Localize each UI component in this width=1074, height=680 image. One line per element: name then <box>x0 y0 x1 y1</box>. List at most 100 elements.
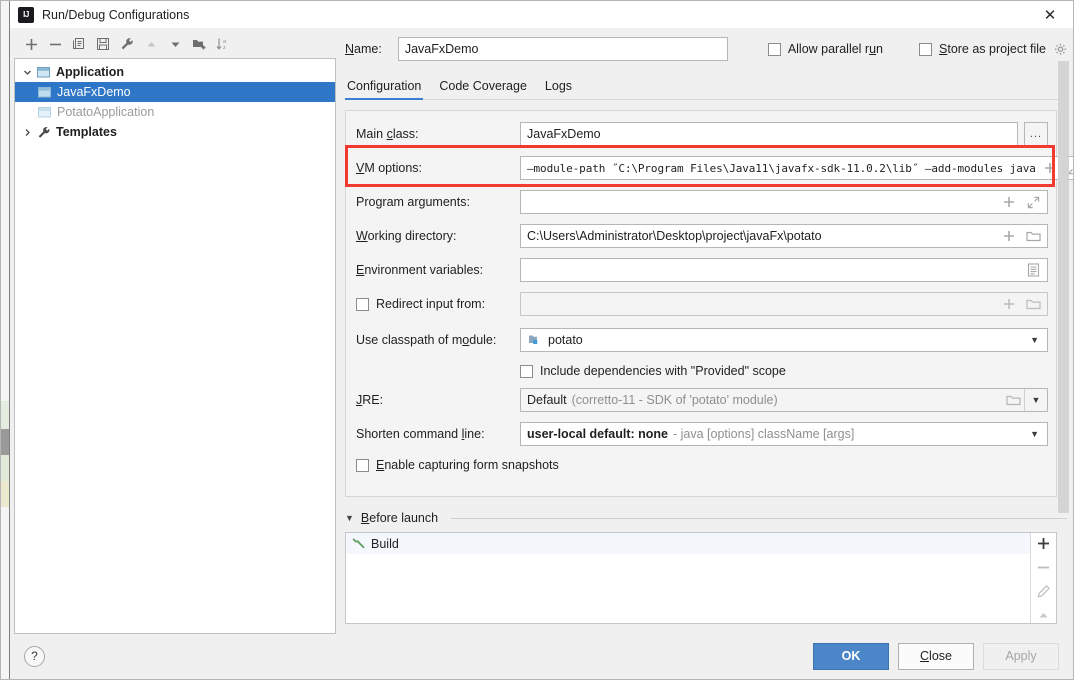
list-item[interactable]: Build <box>346 533 1030 554</box>
working-directory-field: C:\Users\Administrator\Desktop\project\j… <box>520 224 1048 248</box>
folder-icon[interactable] <box>1022 293 1044 315</box>
arrow-down-icon[interactable] <box>164 33 186 55</box>
include-provided-scope-checkbox[interactable]: Include dependencies with "Provided" sco… <box>520 364 1048 378</box>
redirect-input-input[interactable] <box>520 292 1048 316</box>
svg-text:z: z <box>223 45 226 51</box>
main-class-row: Main class: JavaFxDemo ... <box>354 121 1048 147</box>
run-config-icon <box>36 104 52 120</box>
tree-node-javafxdemo[interactable]: JavaFxDemo <box>15 82 335 102</box>
allow-parallel-run-label: Allow parallel run <box>787 42 883 56</box>
tab-code-coverage[interactable]: Code Coverage <box>437 79 536 99</box>
tree-node-application[interactable]: Application <box>15 62 335 82</box>
enable-form-snapshots-checkbox[interactable]: Enable capturing form snapshots <box>354 458 559 472</box>
plus-icon[interactable] <box>998 225 1020 247</box>
close-icon[interactable]: ✕ <box>1027 1 1073 28</box>
build-hammer-icon <box>352 536 365 552</box>
window-title: Run/Debug Configurations <box>42 7 190 22</box>
scrollbar-thumb[interactable] <box>1058 61 1069 513</box>
use-classpath-of-module-row: Use classpath of module: potato ▼ <box>354 327 1048 353</box>
checkbox-box[interactable] <box>520 364 533 378</box>
checkbox-box[interactable] <box>356 458 369 472</box>
working-directory-input[interactable]: C:\Users\Administrator\Desktop\project\j… <box>520 224 1048 248</box>
background-bleed-strip <box>1 1 10 679</box>
main-class-browse-button[interactable]: ... <box>1024 122 1048 146</box>
help-button[interactable]: ? <box>24 645 45 667</box>
chevron-right-icon[interactable] <box>19 124 35 140</box>
vertical-scrollbar[interactable] <box>1058 61 1069 581</box>
jre-dropdown[interactable]: Default (corretto-11 - SDK of 'potato' m… <box>520 388 1048 412</box>
include-provided-scope-label: Include dependencies with "Provided" sco… <box>540 364 786 378</box>
application-icon <box>35 64 51 80</box>
tree-node-label: Application <box>56 65 125 79</box>
environment-variables-label: Environment variables: <box>356 263 484 277</box>
chevron-down-icon[interactable]: ▼ <box>345 513 354 523</box>
shorten-command-line-dropdown[interactable]: user-local default: none - java [options… <box>520 422 1048 446</box>
tab-configuration[interactable]: Configuration <box>345 79 430 100</box>
chevron-down-icon[interactable] <box>19 64 35 80</box>
plus-icon[interactable] <box>998 191 1020 213</box>
tree-node-potatoapplication[interactable]: PotatoApplication <box>15 102 335 122</box>
before-launch-side-toolbar <box>1030 533 1056 623</box>
chevron-down-icon[interactable]: ▼ <box>1025 389 1047 411</box>
use-classpath-of-module-dropdown[interactable]: potato ▼ <box>520 328 1048 352</box>
vm-options-label: VM options: <box>356 161 423 175</box>
ok-button[interactable]: OK <box>813 642 889 670</box>
chevron-down-icon[interactable]: ▼ <box>1030 429 1043 439</box>
main-class-input[interactable]: JavaFxDemo <box>520 122 1018 146</box>
checkbox-box[interactable] <box>919 42 932 56</box>
move-task-up-button[interactable] <box>1034 608 1054 623</box>
before-launch-title: Before launch <box>360 511 439 525</box>
add-task-button[interactable] <box>1034 536 1054 551</box>
configurations-tree[interactable]: Application JavaFxDemo PotatoApplication <box>14 58 336 634</box>
sort-az-icon[interactable]: az <box>212 33 234 55</box>
shorten-command-line-hint: - java [options] className [args] <box>673 427 855 441</box>
shorten-command-line-row: Shorten command line: user-local default… <box>354 421 1048 447</box>
remove-configuration-button[interactable] <box>44 33 66 55</box>
folder-icon[interactable] <box>1002 389 1024 411</box>
jre-label: JRE: <box>356 393 384 407</box>
save-icon[interactable] <box>92 33 114 55</box>
expand-icon[interactable] <box>1022 191 1044 213</box>
arrow-up-icon[interactable] <box>140 33 162 55</box>
tab-logs[interactable]: Logs <box>543 79 581 99</box>
use-classpath-of-module-value: potato <box>548 333 583 347</box>
before-launch-panel: Build <box>345 532 1057 624</box>
add-configuration-button[interactable] <box>20 33 42 55</box>
tree-node-templates[interactable]: Templates <box>15 122 335 142</box>
before-launch-header[interactable]: ▼ Before launch <box>345 509 1067 527</box>
chevron-down-icon[interactable]: ▼ <box>1030 335 1043 345</box>
program-arguments-input[interactable] <box>520 190 1048 214</box>
environment-variables-input[interactable] <box>520 258 1048 282</box>
list-icon[interactable] <box>1022 259 1044 281</box>
configuration-editor-pane: Name: JavaFxDemo Allow parallel run Stor… <box>345 31 1073 634</box>
redirect-input-checkbox[interactable]: Redirect input from: <box>354 297 520 311</box>
close-button[interactable]: Close <box>898 642 974 670</box>
apply-button[interactable]: Apply <box>983 642 1059 670</box>
wrench-icon[interactable] <box>116 33 138 55</box>
wrench-icon <box>35 124 51 140</box>
plus-icon[interactable] <box>998 293 1020 315</box>
remove-task-button[interactable] <box>1034 560 1054 575</box>
allow-parallel-run-checkbox[interactable]: Allow parallel run <box>767 42 883 56</box>
tree-node-label: Templates <box>56 125 117 139</box>
folder-icon[interactable] <box>1022 225 1044 247</box>
include-provided-scope-row: Include dependencies with "Provided" sco… <box>354 361 1048 381</box>
enable-form-snapshots-row: Enable capturing form snapshots <box>354 455 1048 475</box>
program-arguments-label: Program arguments: <box>356 195 470 209</box>
enable-form-snapshots-label: Enable capturing form snapshots <box>376 458 559 472</box>
title-bar: Run/Debug Configurations ✕ <box>10 1 1073 28</box>
vm-options-input[interactable]: —module-path ˝C:\Program Files\Java11\ja… <box>520 156 1073 180</box>
copy-icon[interactable] <box>68 33 90 55</box>
intellij-idea-icon <box>18 6 34 23</box>
before-launch-task-list[interactable]: Build <box>346 533 1030 623</box>
gear-icon[interactable] <box>1053 42 1067 56</box>
program-arguments-field <box>520 190 1048 214</box>
edit-task-button[interactable] <box>1034 584 1054 599</box>
folder-add-icon[interactable] <box>188 33 210 55</box>
store-as-project-file-checkbox[interactable]: Store as project file <box>919 42 1046 56</box>
configuration-form: Main class: JavaFxDemo ... VM options: —… <box>345 110 1073 497</box>
checkbox-box[interactable] <box>767 42 781 56</box>
redirect-input-field <box>520 292 1048 316</box>
checkbox-box[interactable] <box>356 297 369 311</box>
name-input[interactable]: JavaFxDemo <box>397 37 728 61</box>
